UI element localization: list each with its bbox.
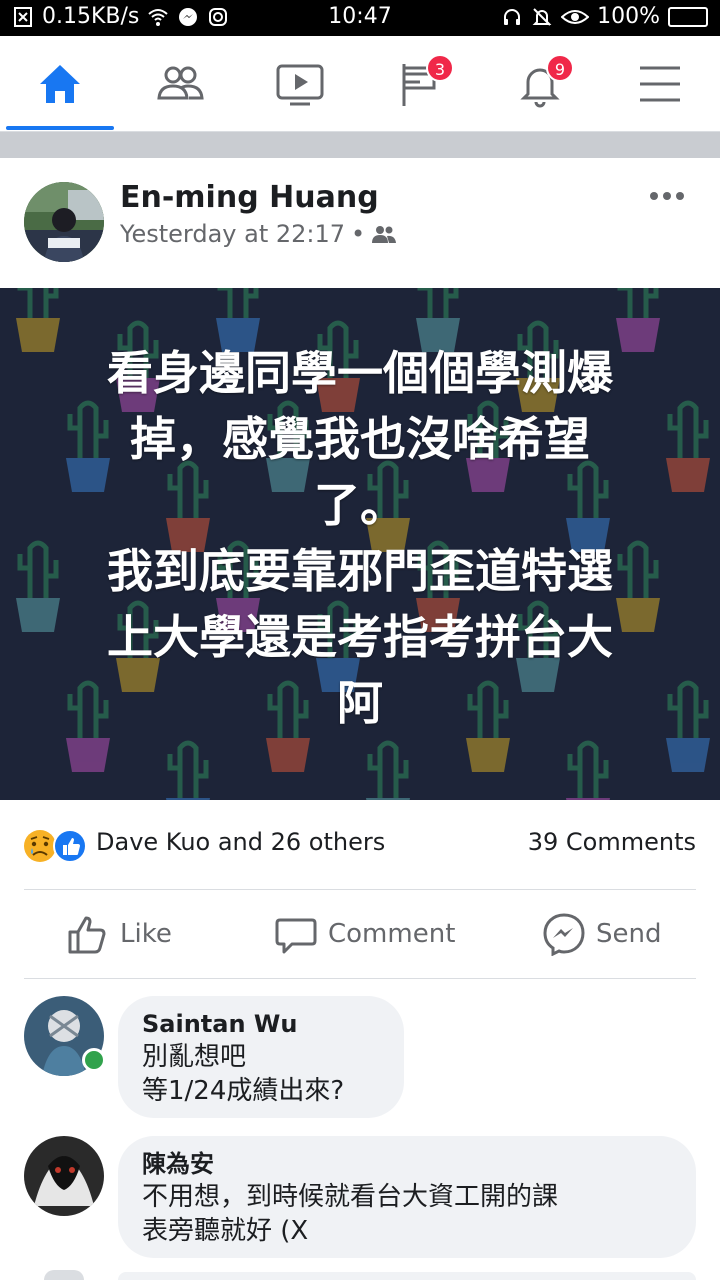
sad-reaction-icon [24,830,56,862]
commenter-name[interactable]: 陳為安 [142,1148,672,1180]
bubble-partial [118,1272,696,1280]
post-header: En-ming Huang Yesterday at 22:17 • [0,158,720,286]
post-timestamp[interactable]: Yesterday at 22:17 [120,220,345,248]
watch-icon [276,64,324,106]
cactus-decoration [666,400,710,492]
friends-audience-icon [372,226,397,243]
comment-bubble[interactable]: 陳為安 不用想，到時候就看台大資工開的課 表旁聽就好 (X [118,1136,696,1258]
like-reaction-icon [53,829,87,863]
battery-icon [668,6,708,27]
dot [650,192,658,200]
cactus-decoration [16,540,60,632]
comment-count[interactable]: 39 Comments [528,828,696,856]
meta-separator: • [351,220,366,248]
eye-icon [561,9,590,24]
home-icon [40,65,80,103]
pages-badge: 3 [426,54,454,82]
status-bar: 0.15KB/s 10:47 100% [0,0,720,36]
like-button[interactable]: Like [66,890,172,978]
nav-friends[interactable] [120,36,240,132]
send-label: Send [596,919,662,949]
nav-pages[interactable] [360,36,480,132]
post-more-button[interactable] [650,192,684,200]
commenter-avatar[interactable] [24,1136,104,1216]
cactus-decoration [366,740,410,800]
nav-menu[interactable] [600,36,720,132]
author-avatar[interactable] [24,182,104,262]
divider [24,978,696,979]
notifications-badge: 9 [546,54,574,82]
comment-text: 別亂想吧 等1/24成績出來? [142,1042,345,1106]
cactus-decoration [566,740,610,800]
post-actions: Like Comment Send [0,890,720,978]
like-label: Like [120,919,172,949]
dot [676,192,684,200]
post-background[interactable]: 看身邊同學一個個學測爆 掉，感覺我也沒啥希望 了。 我到底要靠邪門歪道特選 上大… [0,288,720,800]
commenter-name[interactable]: Saintan Wu [142,1008,380,1040]
headset-icon [504,8,521,25]
reaction-summary[interactable]: Dave Kuo and 26 others [96,828,385,856]
send-button[interactable]: Send [542,890,661,978]
nav-watch[interactable] [240,36,360,132]
cactus-decoration [166,740,210,800]
nav-notifications[interactable] [480,36,600,132]
post-meta: Yesterday at 22:17 • [120,220,397,248]
menu-icon [640,66,680,102]
feed-divider [0,132,720,158]
cactus-decoration [16,288,60,352]
top-navigation: 3 9 [0,36,720,132]
dot [663,192,671,200]
comment-bubble[interactable]: Saintan Wu 別亂想吧 等1/24成績出來? [118,996,404,1118]
reactions-row[interactable]: Dave Kuo and 26 others 39 Comments [0,800,720,890]
mute-icon [532,7,552,26]
reaction-icons [24,829,87,863]
like-icon [68,916,106,954]
avatar-partial [44,1270,84,1280]
post-text: 看身邊同學一個個學測爆 掉，感覺我也沒啥希望 了。 我到底要靠邪門歪道特選 上大… [107,346,613,730]
nav-home[interactable] [0,36,120,132]
commenter-photo [24,1136,104,1216]
comment-label: Comment [328,919,456,949]
online-status-indicator [82,1048,106,1072]
comment-icon [275,918,317,954]
cactus-decoration [666,680,710,772]
author-photo [24,182,104,262]
comment-button[interactable]: Comment [274,890,455,978]
comment-text: 不用想，到時候就看台大資工開的課 表旁聽就好 (X [142,1182,559,1246]
messenger-send-icon [543,913,585,956]
active-tab-indicator [6,126,114,130]
author-name[interactable]: En-ming Huang [120,180,379,215]
friends-icon [157,66,204,100]
battery-percent: 100% [597,4,660,29]
